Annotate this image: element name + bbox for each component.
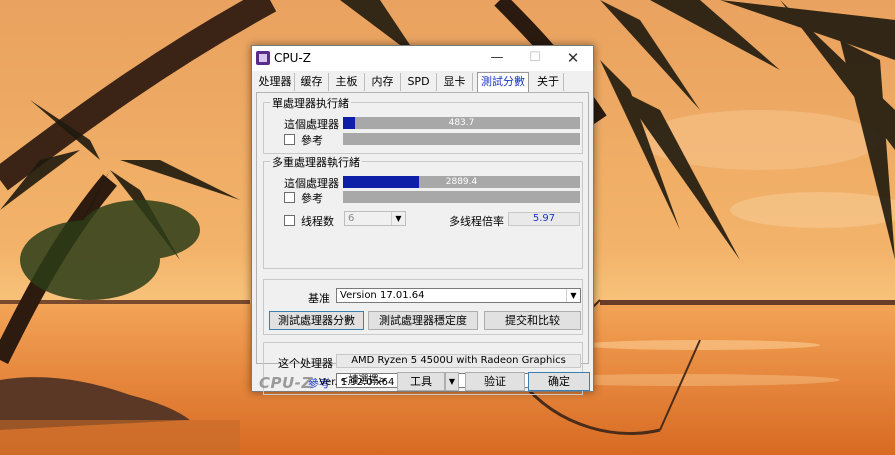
- chevron-down-icon: ▼: [448, 377, 456, 386]
- multi-thread-group: 多重處理器執行緒 這個處理器 2889.4 參考 线程数 6 ▼ 多线程倍率 5…: [263, 154, 583, 269]
- bench-cpu-button[interactable]: 測試處理器分數: [269, 311, 364, 330]
- ok-button[interactable]: 确定: [528, 372, 590, 391]
- processor-name: AMD Ryzen 5 4500U with Radeon Graphics: [336, 354, 581, 368]
- tab-processor[interactable]: 处理器: [256, 73, 295, 91]
- cpuz-logo: CPU-Z: [259, 374, 313, 392]
- tools-button[interactable]: 工具: [397, 372, 445, 391]
- tab-cache[interactable]: 缓存: [295, 73, 329, 91]
- single-reference-checkbox[interactable]: [284, 134, 295, 145]
- bench-panel: 單處理器执行緒 這個處理器 483.7 參考 多重處理器執行緒 這個處理器 28…: [256, 92, 589, 395]
- stress-cpu-button[interactable]: 測試處理器穩定度: [368, 311, 478, 330]
- tab-about[interactable]: 关于: [533, 73, 564, 91]
- benchmark-version-select[interactable]: Version 17.01.64 ▼: [336, 288, 581, 303]
- window-title: CPU-Z: [274, 51, 311, 65]
- tab-mainboard[interactable]: 主板: [329, 73, 365, 91]
- multi-thread-title: 多重處理器執行緒: [270, 154, 362, 170]
- this-processor-label: 这个处理器: [278, 357, 333, 370]
- multi-reference-label: 參考: [301, 192, 323, 205]
- single-reference-bar: [343, 133, 580, 145]
- single-this-cpu-bar: 483.7: [343, 117, 580, 129]
- single-this-cpu-label: 這個處理器: [284, 118, 339, 131]
- multi-reference-checkbox[interactable]: [284, 192, 295, 203]
- tab-graphics[interactable]: 显卡: [437, 73, 473, 91]
- tab-bench[interactable]: 測試分數: [477, 72, 529, 93]
- single-reference-label: 參考: [301, 134, 323, 147]
- title-bar[interactable]: CPU-Z — ☐ ✕: [252, 46, 593, 71]
- validate-button[interactable]: 验证: [465, 372, 525, 391]
- chevron-down-icon: ▼: [566, 289, 580, 302]
- benchmark-label: 基准: [308, 292, 330, 305]
- benchmark-group: 基准 Version 17.01.64 ▼ 測試處理器分數 測試處理器穩定度 提…: [263, 279, 583, 335]
- tools-dropdown-button[interactable]: ▼: [445, 372, 459, 391]
- single-thread-group: 單處理器执行緒 這個處理器 483.7 參考: [263, 95, 583, 154]
- submit-compare-button[interactable]: 提交和比较: [484, 311, 581, 330]
- ratio-label: 多线程倍率: [449, 215, 504, 228]
- ratio-value: 5.97: [508, 212, 580, 226]
- multi-this-cpu-label: 這個處理器: [284, 177, 339, 190]
- chevron-down-icon: ▼: [391, 212, 405, 225]
- tab-memory[interactable]: 内存: [365, 73, 401, 91]
- maximize-button[interactable]: ☐: [516, 46, 554, 71]
- threads-select[interactable]: 6 ▼: [344, 211, 406, 226]
- version-text: Ver. 1.92.0.x64: [319, 377, 395, 388]
- threads-checkbox[interactable]: [284, 215, 295, 226]
- close-button[interactable]: ✕: [554, 46, 592, 71]
- tab-spd[interactable]: SPD: [401, 73, 437, 91]
- minimize-button[interactable]: —: [478, 46, 516, 71]
- multi-reference-bar: [343, 191, 580, 203]
- single-this-cpu-score: 483.7: [448, 118, 475, 128]
- single-thread-title: 單處理器执行緒: [270, 95, 351, 111]
- cpuz-app-icon: [256, 51, 270, 65]
- benchmark-version-value: Version 17.01.64: [340, 290, 425, 301]
- multi-this-cpu-bar: 2889.4: [343, 176, 580, 188]
- threads-label: 线程数: [301, 215, 334, 228]
- cpuz-window: CPU-Z — ☐ ✕ 处理器 缓存 主板 内存 SPD 显卡 測試分數 关于 …: [251, 45, 594, 395]
- threads-value: 6: [348, 213, 355, 224]
- multi-this-cpu-score: 2889.4: [445, 177, 478, 187]
